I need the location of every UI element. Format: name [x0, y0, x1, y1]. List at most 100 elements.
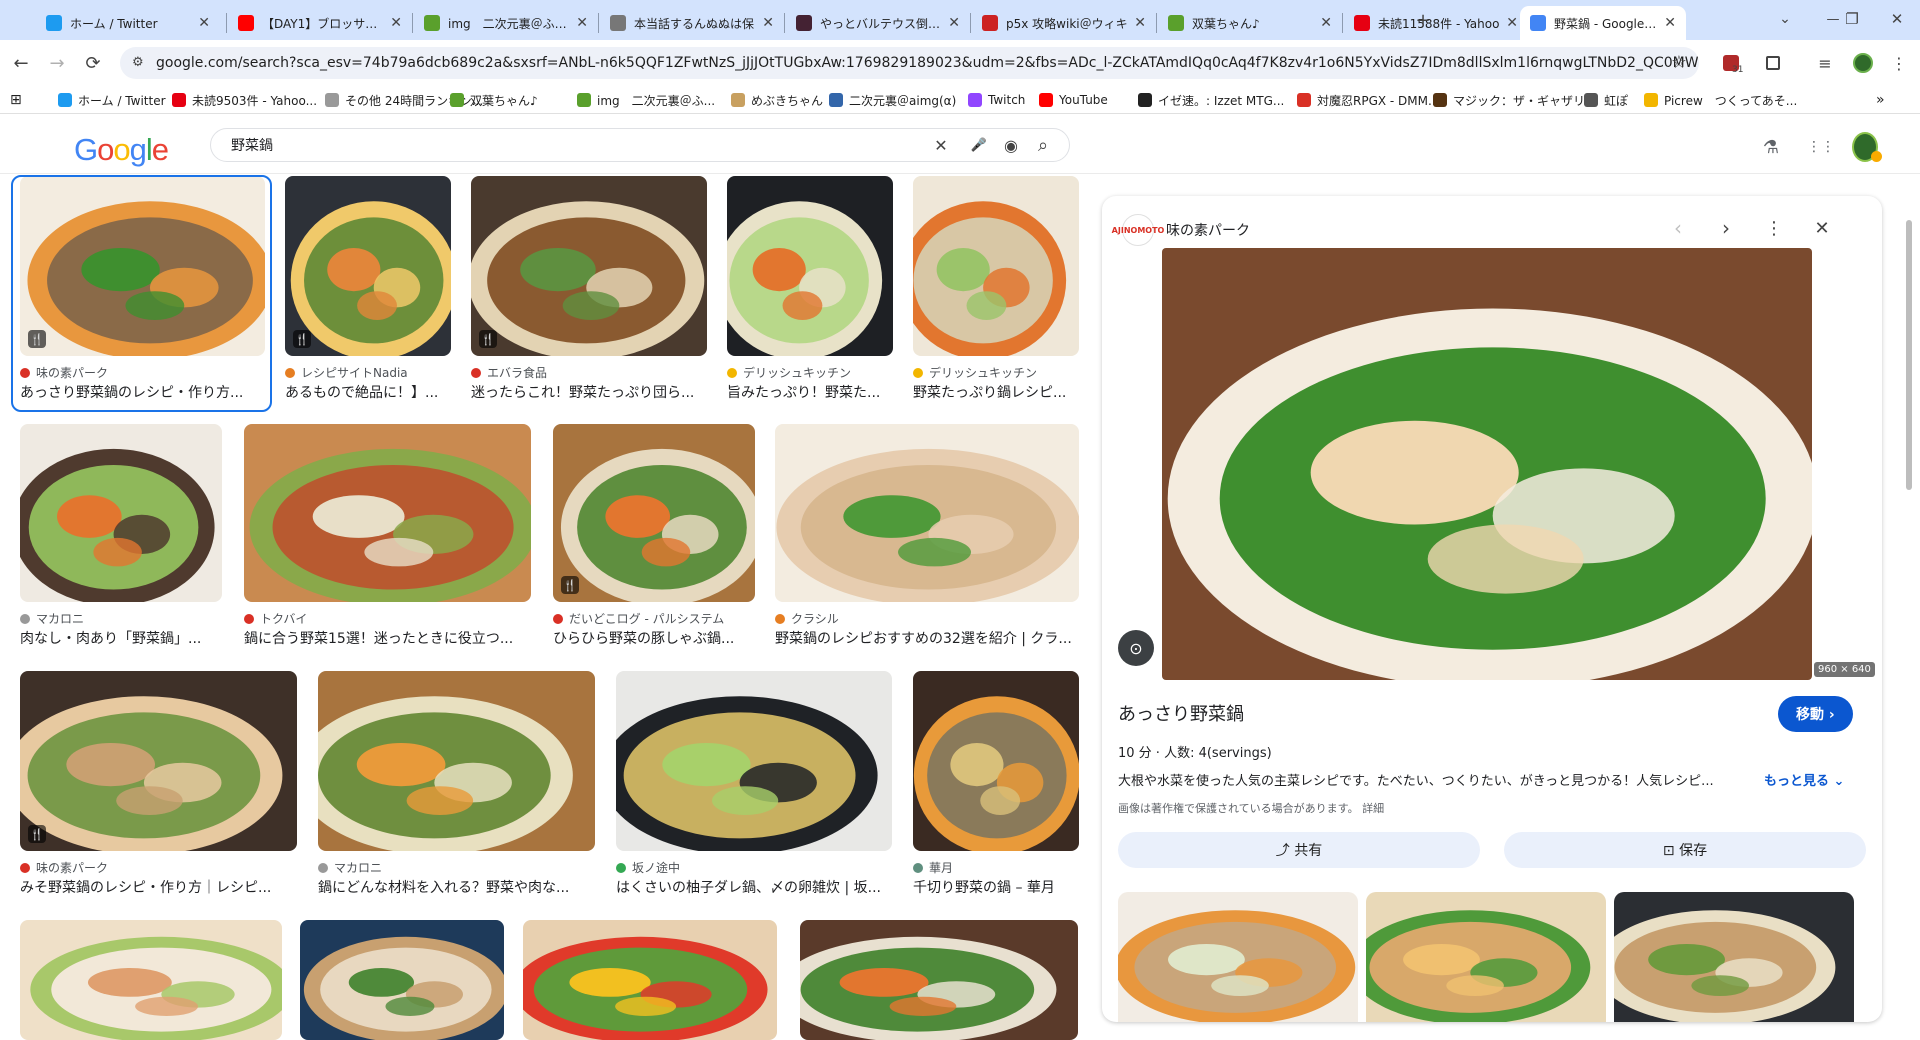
- tab-5[interactable]: p5x 攻略wiki＠ウィキ ✕: [972, 6, 1156, 40]
- result-image[interactable]: 🍴: [20, 671, 297, 851]
- bookmark-star-icon[interactable]: ☆: [1671, 52, 1687, 73]
- result-title[interactable]: みそ野菜鍋のレシピ・作り方｜レシピ...: [20, 877, 297, 897]
- profile-avatar-button[interactable]: [1850, 50, 1876, 76]
- tab-4[interactable]: やっとバルテウス倒せ - こ ✕: [786, 6, 970, 40]
- bookmark-item[interactable]: 未読9503件 - Yahoo...: [172, 91, 317, 109]
- result-source[interactable]: デリッシュキッチン: [727, 364, 893, 381]
- lens-search-icon[interactable]: ◉: [999, 133, 1023, 157]
- result-image[interactable]: 🍴: [553, 424, 755, 602]
- browser-menu-button[interactable]: ⋮: [1886, 50, 1912, 76]
- preview-title[interactable]: あっさり野菜鍋: [1118, 700, 1244, 726]
- result-title[interactable]: ひらひら野菜の豚しゃぶ鍋...: [553, 628, 755, 648]
- bookmark-item[interactable]: イゼ速。: Izzet MTG...: [1138, 91, 1284, 109]
- tab-1[interactable]: 【DAY1】ブロッサーー「ローヴ ✕: [228, 6, 412, 40]
- result-image[interactable]: [318, 671, 595, 851]
- reload-button[interactable]: ⟳: [80, 50, 106, 76]
- bookmark-item[interactable]: img 二次元裏＠ふ...: [577, 91, 715, 109]
- result-image[interactable]: 🍴: [471, 176, 707, 356]
- bookmark-item[interactable]: YouTube: [1039, 91, 1108, 109]
- tab-7[interactable]: 未読11588件 - Yahoo ✕: [1344, 6, 1528, 40]
- tab-3[interactable]: 本当話するんぬぬは保 ✕: [600, 6, 784, 40]
- search-query[interactable]: 野菜鍋: [231, 135, 273, 155]
- restore-button[interactable]: ❐: [1839, 6, 1865, 32]
- tab-0[interactable]: ホーム / Twitter ✕: [36, 6, 220, 40]
- lens-icon[interactable]: ⊙: [1118, 630, 1154, 666]
- google-account-avatar[interactable]: [1852, 132, 1882, 162]
- result-source[interactable]: レシピサイトNadia: [285, 364, 451, 381]
- result-source[interactable]: マカロニ: [20, 610, 222, 627]
- result-source[interactable]: エバラ食品: [471, 364, 707, 381]
- result-title[interactable]: 野菜鍋のレシピおすすめの32選を紹介 | クラ...: [775, 628, 1079, 648]
- bookmarks-overflow-button[interactable]: »: [1876, 91, 1885, 109]
- media-control-button[interactable]: ≡: [1812, 50, 1838, 76]
- result-image[interactable]: [913, 671, 1079, 851]
- google-apps-icon[interactable]: ⋮⋮: [1807, 134, 1835, 160]
- result-title[interactable]: 肉なし・肉あり「野菜鍋」...: [20, 628, 222, 648]
- clear-search-icon[interactable]: ✕: [929, 133, 953, 157]
- result-source[interactable]: デリッシュキッチン: [913, 364, 1079, 381]
- forward-button[interactable]: →: [44, 50, 70, 76]
- result-image[interactable]: [300, 920, 504, 1040]
- tab-close-icon[interactable]: ✕: [1134, 15, 1146, 31]
- tab-close-icon[interactable]: ✕: [390, 15, 402, 31]
- panel-scrollbar[interactable]: [1902, 196, 1916, 1022]
- result-title[interactable]: 千切り野菜の鍋 – 華月: [913, 877, 1079, 897]
- bookmark-item[interactable]: 双葉ちゃん♪: [450, 91, 538, 109]
- tab-close-icon[interactable]: ✕: [576, 15, 588, 31]
- tab-close-icon[interactable]: ✕: [1320, 15, 1332, 31]
- result-image[interactable]: [800, 920, 1078, 1040]
- result-title[interactable]: 野菜たっぷり鍋レシピ...: [913, 382, 1079, 402]
- search-box[interactable]: 野菜鍋 ✕ 🎤 ◉ ⌕: [210, 128, 1070, 162]
- more-options-button[interactable]: ⋮: [1760, 214, 1788, 242]
- result-image[interactable]: [244, 424, 531, 602]
- bookmark-item[interactable]: Twitch: [968, 91, 1025, 109]
- bookmark-item[interactable]: 虹ぽ: [1584, 91, 1628, 109]
- result-source[interactable]: 坂ノ途中: [616, 859, 892, 876]
- result-image[interactable]: [20, 424, 222, 602]
- result-source[interactable]: クラシル: [775, 610, 1079, 627]
- bookmark-item[interactable]: めぶきちゃん: [731, 91, 823, 109]
- previous-image-button[interactable]: ‹: [1664, 214, 1692, 242]
- result-title[interactable]: 迷ったらこれ！野菜たっぷり団ら...: [471, 382, 707, 402]
- result-source[interactable]: トクバイ: [244, 610, 531, 627]
- result-title[interactable]: 鍋にどんな材料を入れる？野菜や肉な...: [318, 877, 595, 897]
- tab-search-button[interactable]: ⌄: [1772, 6, 1798, 32]
- result-image[interactable]: [727, 176, 893, 356]
- tab-2[interactable]: img 二次元裏＠ふたば ✕: [414, 6, 598, 40]
- result-image[interactable]: [913, 176, 1079, 356]
- result-image[interactable]: [20, 920, 282, 1040]
- result-source[interactable]: 味の素パーク: [20, 859, 297, 876]
- tab-6[interactable]: 双葉ちゃん♪ ✕: [1158, 6, 1342, 40]
- next-image-button[interactable]: ›: [1712, 214, 1740, 242]
- search-submit-icon[interactable]: ⌕: [1031, 133, 1055, 157]
- related-thumbnail[interactable]: [1614, 892, 1854, 1022]
- result-image[interactable]: [523, 920, 777, 1040]
- result-source[interactable]: 華月: [913, 859, 1079, 876]
- new-tab-button[interactable]: +: [1410, 7, 1436, 33]
- tab-close-icon[interactable]: ✕: [948, 15, 960, 31]
- result-source[interactable]: だいどこログ - パルシステム: [553, 610, 755, 627]
- share-button[interactable]: ⤴ 共有: [1118, 832, 1480, 868]
- bookmark-item[interactable]: マジック：ザ・ギャザリ...: [1433, 91, 1596, 109]
- close-preview-button[interactable]: ✕: [1808, 214, 1836, 242]
- tab-close-icon[interactable]: ✕: [1506, 15, 1518, 31]
- extension-button[interactable]: 31: [1718, 50, 1744, 76]
- site-info-icon[interactable]: ⚙: [132, 55, 144, 70]
- result-title[interactable]: はくさいの柚子ダレ鍋、〆の卵雑炊 | 坂...: [616, 877, 892, 897]
- back-button[interactable]: ←: [8, 50, 34, 76]
- result-title[interactable]: 鍋に合う野菜15選！迷ったときに役立つ...: [244, 628, 531, 648]
- preview-image[interactable]: [1162, 248, 1812, 680]
- result-image[interactable]: [775, 424, 1079, 602]
- voice-search-icon[interactable]: 🎤: [967, 133, 991, 157]
- google-logo[interactable]: Google: [74, 132, 169, 168]
- result-image[interactable]: [616, 671, 892, 851]
- tab-close-icon[interactable]: ✕: [762, 15, 774, 31]
- visit-button[interactable]: 移動 ›: [1778, 696, 1853, 732]
- related-thumbnail[interactable]: [1366, 892, 1606, 1022]
- tab-close-icon[interactable]: ✕: [1664, 15, 1676, 31]
- bookmark-item[interactable]: 対魔忍RPGX - DMM...: [1297, 91, 1439, 109]
- bookmark-item[interactable]: ホーム / Twitter: [58, 91, 166, 109]
- extensions-menu-button[interactable]: [1760, 50, 1786, 76]
- address-bar[interactable]: ⚙ google.com/search?sca_esv=74b79a6dcb68…: [120, 47, 1699, 79]
- close-window-button[interactable]: ✕: [1884, 6, 1910, 32]
